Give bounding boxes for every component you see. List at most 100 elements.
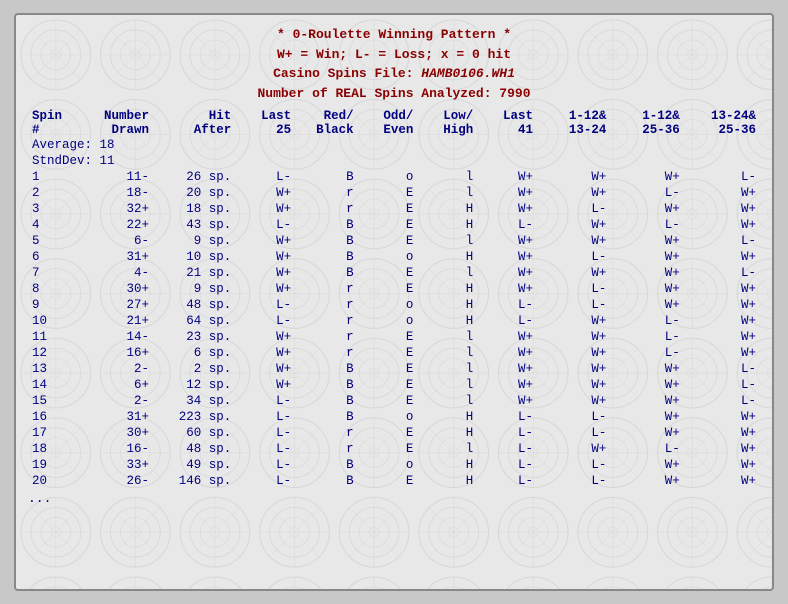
col-header-13-24: 13-24 [537, 123, 610, 137]
cell-hit: 26 sp. [153, 169, 235, 185]
cell-oe: E [358, 473, 418, 489]
cell-number: 6- [80, 233, 153, 249]
cell-last25: W+ [235, 281, 295, 297]
cell-number: 32+ [80, 201, 153, 217]
cell-spin: 20 [28, 473, 80, 489]
cell-c2: L- [610, 441, 683, 457]
cell-number: 33+ [80, 457, 153, 473]
cell-last41: L- [477, 217, 537, 233]
cell-number: 4- [80, 265, 153, 281]
average-row: Average: 18 [28, 137, 760, 153]
table-row: 7 4- 21 sp. W+ B E l W+ W+ W+ L- [28, 265, 760, 281]
cell-oe: E [358, 377, 418, 393]
cell-oe: o [358, 313, 418, 329]
cell-c1: W+ [537, 233, 610, 249]
cell-last25: W+ [235, 185, 295, 201]
cell-last41: L- [477, 457, 537, 473]
cell-rb: B [295, 217, 358, 233]
col-header-25-36b: 25-36 [684, 123, 760, 137]
cell-c3: L- [684, 265, 760, 281]
cell-spin: 10 [28, 313, 80, 329]
cell-number: 6+ [80, 377, 153, 393]
cell-spin: 5 [28, 233, 80, 249]
col-header-high: High [417, 123, 477, 137]
cell-c2: L- [610, 345, 683, 361]
cell-rb: B [295, 409, 358, 425]
cell-last25: L- [235, 313, 295, 329]
cell-lh: l [417, 441, 477, 457]
cell-last41: L- [477, 473, 537, 489]
col-header-1-12b: 1-12& [610, 109, 683, 123]
cell-spin: 19 [28, 457, 80, 473]
cell-c3: W+ [684, 297, 760, 313]
cell-number: 16- [80, 441, 153, 457]
cell-c1: W+ [537, 217, 610, 233]
table-row: 5 6- 9 sp. W+ B E l W+ W+ W+ L- [28, 233, 760, 249]
cell-last41: W+ [477, 249, 537, 265]
cell-last41: L- [477, 409, 537, 425]
cell-hit: 6 sp. [153, 345, 235, 361]
cell-lh: l [417, 185, 477, 201]
cell-rb: r [295, 329, 358, 345]
cell-spin: 2 [28, 185, 80, 201]
table-row: 3 32+ 18 sp. W+ r E H W+ L- W+ W+ [28, 201, 760, 217]
cell-c3: L- [684, 169, 760, 185]
cell-last41: W+ [477, 185, 537, 201]
cell-c3: W+ [684, 409, 760, 425]
table-row: 14 6+ 12 sp. W+ B E l W+ W+ W+ L- [28, 377, 760, 393]
table-row: 13 2- 2 sp. W+ B E l W+ W+ W+ L- [28, 361, 760, 377]
col-header-last41: Last [477, 109, 537, 123]
cell-c2: W+ [610, 281, 683, 297]
cell-rb: r [295, 297, 358, 313]
cell-c2: W+ [610, 457, 683, 473]
cell-rb: B [295, 233, 358, 249]
cell-last25: L- [235, 457, 295, 473]
cell-c1: W+ [537, 393, 610, 409]
cell-hit: 2 sp. [153, 361, 235, 377]
cell-lh: H [417, 297, 477, 313]
table-row: 4 22+ 43 sp. L- B E H L- W+ L- W+ [28, 217, 760, 233]
cell-last41: W+ [477, 265, 537, 281]
cell-c1: L- [537, 201, 610, 217]
cell-rb: B [295, 377, 358, 393]
cell-number: 2- [80, 361, 153, 377]
cell-last41: L- [477, 297, 537, 313]
cell-c3: W+ [684, 457, 760, 473]
cell-hit: 34 sp. [153, 393, 235, 409]
cell-oe: E [358, 233, 418, 249]
cell-last25: W+ [235, 377, 295, 393]
cell-hit: 18 sp. [153, 201, 235, 217]
cell-rb: B [295, 361, 358, 377]
cell-c2: W+ [610, 297, 683, 313]
cell-c2: W+ [610, 377, 683, 393]
cell-hit: 49 sp. [153, 457, 235, 473]
cell-last25: W+ [235, 329, 295, 345]
cell-last41: L- [477, 313, 537, 329]
cell-spin: 1 [28, 169, 80, 185]
cell-oe: E [358, 361, 418, 377]
cell-c1: W+ [537, 361, 610, 377]
cell-last41: L- [477, 441, 537, 457]
cell-c2: W+ [610, 169, 683, 185]
cell-c1: L- [537, 409, 610, 425]
cell-c1: W+ [537, 377, 610, 393]
column-header-row1: Spin Number Hit Last Red/ Odd/ Low/ Last… [28, 109, 760, 123]
col-header-drawn: Drawn [80, 123, 153, 137]
header-line4: Number of REAL Spins Analyzed: 7990 [28, 84, 760, 104]
cell-last25: W+ [235, 361, 295, 377]
header-line1: * 0-Roulette Winning Pattern * [28, 25, 760, 45]
col-header-hash: # [28, 123, 80, 137]
cell-lh: l [417, 377, 477, 393]
table-row: 18 16- 48 sp. L- r E l L- W+ L- W+ [28, 441, 760, 457]
table-row: 6 31+ 10 sp. W+ B o H W+ L- W+ W+ [28, 249, 760, 265]
col-header-hit: Hit [153, 109, 235, 123]
cell-number: 18- [80, 185, 153, 201]
cell-spin: 9 [28, 297, 80, 313]
table-row: 16 31+ 223 sp. L- B o H L- L- W+ W+ [28, 409, 760, 425]
cell-hit: 12 sp. [153, 377, 235, 393]
cell-last25: W+ [235, 265, 295, 281]
cell-number: 27+ [80, 297, 153, 313]
header-line3: Casino Spins File: HAMB0106.WH1 [28, 64, 760, 84]
table-row: 15 2- 34 sp. L- B E l W+ W+ W+ L- [28, 393, 760, 409]
cell-c1: W+ [537, 313, 610, 329]
